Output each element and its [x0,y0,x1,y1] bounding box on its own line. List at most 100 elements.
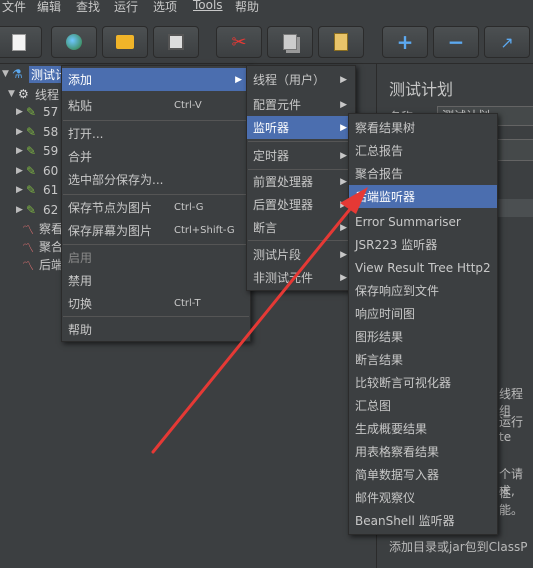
menu-run[interactable]: 运行 [114,0,138,15]
templates-button[interactable] [51,26,97,58]
menu-item-aggregate-report[interactable]: 聚合报告 [349,162,497,185]
tree-node-sampler[interactable]: ▶ ✎ 59 [16,141,58,161]
menu-item-view-results-tree[interactable]: 察看结果树 [349,116,497,139]
collapse-toggle-icon[interactable]: ▶ [16,146,26,156]
templates-icon [66,34,82,50]
expand-all-button[interactable]: + [382,26,428,58]
menu-item-save-screen-image[interactable]: 保存屏幕为图片 Ctrl+Shift-G [62,219,250,242]
menu-options[interactable]: 选项 [153,0,177,15]
menu-item-non-test[interactable]: 非测试元件 ▶ [247,266,355,289]
menu-item-paste[interactable]: 粘贴 Ctrl-V [62,94,250,117]
menu-item-graph-results[interactable]: 图形结果 [349,325,497,348]
menu-item-listener[interactable]: 监听器 ▶ [247,116,355,139]
collapse-toggle-icon[interactable]: ▶ [16,166,26,176]
menu-item-generate-summary[interactable]: 生成概要结果 [349,417,497,440]
menu-item-post-processor[interactable]: 后置处理器 ▶ [247,193,355,216]
collapse-toggle-icon[interactable]: ▶ [16,185,26,195]
menu-item-open[interactable]: 打开... [62,122,250,145]
submenu-arrow-icon: ▶ [340,150,347,161]
tree-node-label: 61 [43,183,59,197]
menu-item-save-selection[interactable]: 选中部分保存为... [62,168,250,191]
menu-item-pre-processor[interactable]: 前置处理器 ▶ [247,170,355,193]
tree-node-listener[interactable]: 〽 察看 [22,218,63,238]
menu-item-label: 合并 [68,150,93,164]
gear-icon: ⚙ [18,87,29,101]
listener-submenu: 察看结果树 汇总报告 聚合报告 后端监听器 Error Summariser J… [348,113,498,535]
pipette-icon: ✎ [26,203,37,217]
menu-item-aggregate-graph[interactable]: 汇总图 [349,394,497,417]
menu-item-merge[interactable]: 合并 [62,145,250,168]
menu-item-add[interactable]: 添加 ▶ [62,68,250,91]
menu-item-label: 测试片段 [253,248,302,262]
tree-node-label: 62 [43,203,59,217]
new-icon [12,33,26,51]
collapse-toggle-icon[interactable]: ▶ [16,127,26,137]
menu-item-test-fragment[interactable]: 测试片段 ▶ [247,243,355,266]
tree-node-listener[interactable]: 〽 后端 [22,254,63,274]
tree-node-sampler[interactable]: ▶ ✎ 58 [16,122,58,142]
menu-item-comparison-assertion[interactable]: 比较断言可视化器 [349,371,497,394]
menu-item-disable[interactable]: 禁用 [62,269,250,292]
menu-item-assertion[interactable]: 断言 ▶ [247,216,355,239]
menu-item-config[interactable]: 配置元件 ▶ [247,93,355,116]
menu-item-simple-data-writer[interactable]: 简单数据写入器 [349,463,497,486]
menu-help[interactable]: 帮助 [235,0,259,15]
menu-item-label: 禁用 [68,274,93,288]
menu-item-label: 图形结果 [355,330,404,344]
menu-file[interactable]: 文件 [2,0,26,15]
expand-toggle-icon[interactable]: ▼ [8,89,18,99]
submenu-arrow-icon: ▶ [340,122,347,133]
menu-item-mailer-visualizer[interactable]: 邮件观察仪 [349,486,497,509]
tree-node-thread-group[interactable]: ▼ ⚙ 线程 [8,84,59,104]
submenu-arrow-icon: ▶ [340,99,347,110]
tree-node-sampler[interactable]: ▶ ✎ 61 [16,180,58,200]
save-button[interactable] [153,26,199,58]
collapse-toggle-icon[interactable]: ▶ [16,107,26,117]
menu-item-enable[interactable]: 启用 [62,246,250,269]
menu-item-threads[interactable]: 线程（用户） ▶ [247,68,355,91]
new-button[interactable] [0,26,42,58]
menu-item-jsr223-listener[interactable]: JSR223 监听器 [349,233,497,256]
graph-icon: 〽 [22,241,35,255]
copy-button[interactable] [267,26,313,58]
menu-item-label: 帮助 [68,323,93,337]
tree-node-test-plan[interactable]: ▼ ⚗ 测试计 [2,64,70,84]
menu-item-label: BeanShell 监听器 [355,514,455,528]
toggle-button[interactable]: ↗ [484,26,530,58]
submenu-arrow-icon: ▶ [340,74,347,85]
tree-node-sampler[interactable]: ▶ ✎ 57 [16,102,58,122]
menu-item-error-summariser[interactable]: Error Summariser [349,210,497,233]
menu-item-label: 保存响应到文件 [355,284,440,298]
menu-item-view-results-table[interactable]: 用表格察看结果 [349,440,497,463]
menu-item-assertion-results[interactable]: 断言结果 [349,348,497,371]
menu-tools[interactable]: Tools [193,0,223,12]
expand-toggle-icon[interactable]: ▼ [2,69,12,79]
tree-node-listener[interactable]: 〽 聚合 [22,236,63,256]
cut-button[interactable]: ✂ [216,26,262,58]
menu-item-save-node-image[interactable]: 保存节点为图片 Ctrl-G [62,196,250,219]
menu-item-timer[interactable]: 定时器 ▶ [247,144,355,167]
menu-item-help[interactable]: 帮助 [62,318,250,341]
menu-item-toggle[interactable]: 切换 Ctrl-T [62,292,250,315]
menu-edit[interactable]: 编辑 [37,0,61,15]
graph-icon: 〽 [22,223,35,237]
menu-search[interactable]: 查找 [76,0,100,15]
menu-item-label: 保存节点为图片 [68,201,153,215]
tree-node-sampler[interactable]: ▶ ✎ 60 [16,161,58,181]
menu-item-beanshell-listener[interactable]: BeanShell 监听器 [349,509,497,532]
menu-item-summary-report[interactable]: 汇总报告 [349,139,497,162]
menu-item-save-responses[interactable]: 保存响应到文件 [349,279,497,302]
paste-button[interactable] [318,26,364,58]
menu-item-response-time-graph[interactable]: 响应时间图 [349,302,497,325]
collapse-all-button[interactable]: − [433,26,479,58]
submenu-arrow-icon: ▶ [340,222,347,233]
menu-item-label: 切换 [68,297,93,311]
menu-item-label: 聚合报告 [355,167,404,181]
tree-node-sampler[interactable]: ▶ ✎ 62 [16,200,58,220]
collapse-toggle-icon[interactable]: ▶ [16,205,26,215]
open-button[interactable] [102,26,148,58]
menu-item-label: 定时器 [253,149,290,163]
menu-item-backend-listener[interactable]: 后端监听器 [349,185,497,208]
menu-item-label: 选中部分保存为... [68,173,164,187]
menu-item-view-result-tree-http2[interactable]: View Result Tree Http2 [349,256,497,279]
